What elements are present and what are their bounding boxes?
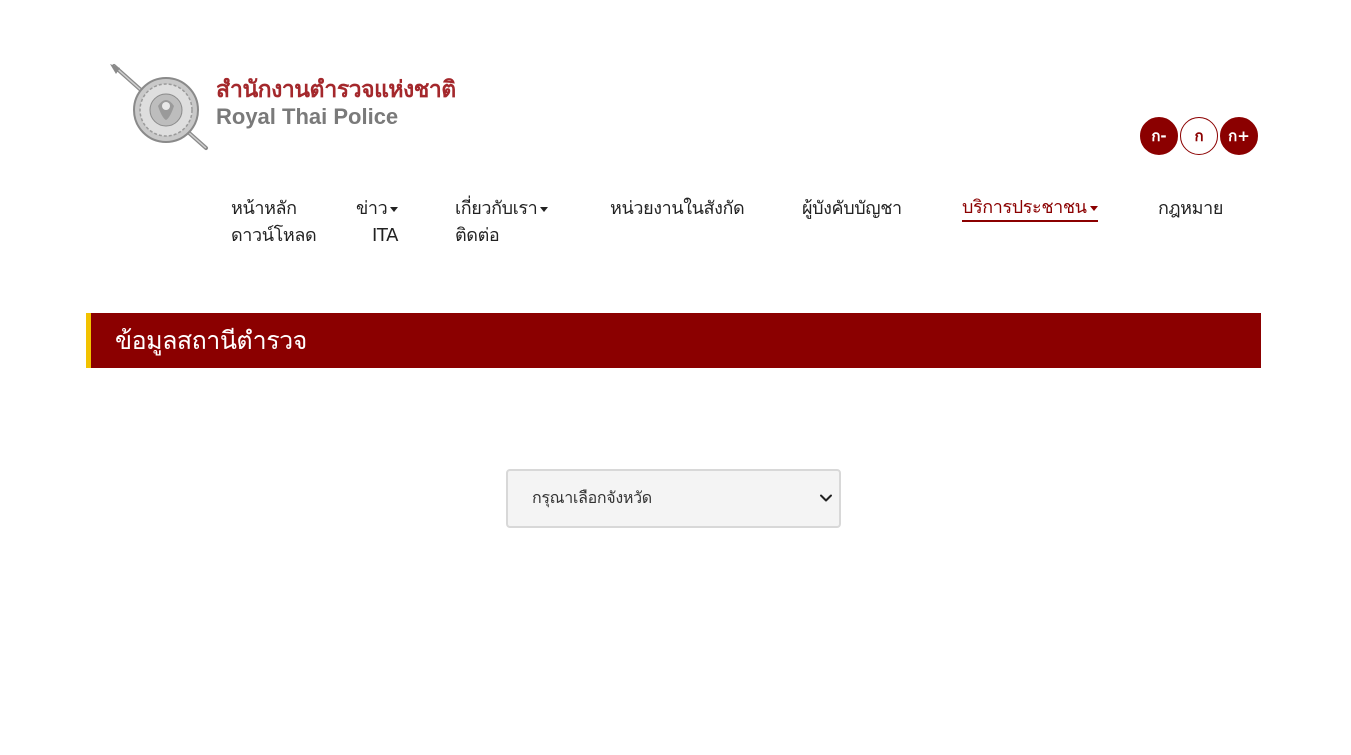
font-normal-button[interactable]: ก (1180, 117, 1218, 155)
nav-item-about[interactable]: เกี่ยวกับเรา (455, 196, 549, 222)
logo-text: สำนักงานตำรวจแห่งชาติ Royal Thai Police (216, 75, 456, 129)
chevron-down-icon (820, 494, 832, 502)
province-select[interactable]: กรุณาเลือกจังหวัด (506, 469, 841, 528)
caret-down-icon (1089, 205, 1098, 211)
logo-title-english: Royal Thai Police (216, 104, 399, 129)
nav-item-services[interactable]: บริการประชาชน (962, 196, 1098, 222)
nav-item-news[interactable]: ข่าว (356, 196, 399, 222)
site-logo[interactable]: สำนักงานตำรวจแห่งชาติ Royal Thai Police (108, 62, 456, 152)
nav-item-law[interactable]: กฎหมาย (1158, 196, 1223, 222)
police-emblem-icon (110, 64, 208, 150)
page-title: ข้อมูลสถานีตำรวจ (115, 325, 307, 355)
page-title-banner: ข้อมูลสถานีตำรวจ (86, 313, 1261, 368)
nav-item-contact[interactable]: ติดต่อ (455, 223, 500, 249)
logo-title-thai: สำนักงานตำรวจแห่งชาติ (216, 77, 456, 103)
nav-item-commanders[interactable]: ผู้บังคับบัญชา (802, 196, 902, 222)
nav-item-download[interactable]: ดาวน์โหลด (231, 223, 317, 249)
nav-item-news-label: ข่าว (356, 198, 388, 219)
page: สำนักงานตำรวจแห่งชาติ Royal Thai Police … (0, 0, 1351, 755)
caret-down-icon (390, 206, 399, 212)
font-size-controls: ก- ก ก+ (1140, 117, 1258, 155)
nav-item-units[interactable]: หน่วยงานในสังกัด (610, 196, 745, 222)
nav-item-home[interactable]: หน้าหลัก (231, 196, 297, 222)
nav-item-ita[interactable]: ITA (372, 223, 398, 249)
font-increase-button[interactable]: ก+ (1220, 117, 1258, 155)
nav-item-services-label: บริการประชาชน (962, 197, 1087, 218)
main-nav: หน้าหลัก ข่าว เกี่ยวกับเรา หน่วยงานในสัง… (0, 196, 1351, 256)
font-decrease-button[interactable]: ก- (1140, 117, 1178, 155)
caret-down-icon (540, 206, 549, 212)
nav-item-about-label: เกี่ยวกับเรา (455, 198, 538, 219)
province-select-value: กรุณาเลือกจังหวัด (532, 488, 652, 507)
